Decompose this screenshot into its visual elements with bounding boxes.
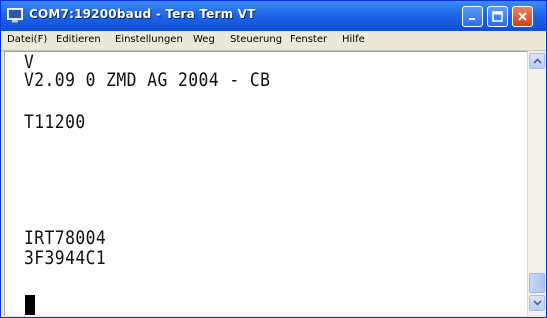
scroll-down-button[interactable] <box>529 295 545 311</box>
chevron-up-icon <box>532 58 542 64</box>
menu-fenster[interactable]: Fenster <box>290 34 327 45</box>
scroll-up-button[interactable] <box>529 53 545 69</box>
terminal-screen[interactable]: V V2.09 0 ZMD AG 2004 - CB T11200 IRT780… <box>4 51 527 316</box>
terminal-line: 3F3944C1 <box>24 247 107 269</box>
vertical-scrollbar[interactable] <box>527 51 546 315</box>
tera-term-window: COM7:19200baud - Tera Term VT Datei(F) E… <box>0 0 547 318</box>
minimize-icon <box>469 18 475 20</box>
maximize-button[interactable] <box>487 6 508 27</box>
close-icon <box>518 12 527 21</box>
menu-editieren[interactable]: Editieren <box>56 34 101 45</box>
terminal-line: IRT78004 <box>24 227 107 249</box>
text-cursor <box>25 295 35 315</box>
scrollbar-thumb[interactable] <box>529 273 545 293</box>
chevron-down-icon <box>532 300 542 306</box>
terminal-line: T11200 <box>24 111 86 133</box>
terminal-line: V2.09 0 ZMD AG 2004 - CB <box>24 69 271 91</box>
minimize-button[interactable] <box>462 6 483 27</box>
menu-steuerung[interactable]: Steuerung <box>230 34 282 45</box>
title-bar[interactable]: COM7:19200baud - Tera Term VT <box>1 1 546 31</box>
menu-hilfe[interactable]: Hilfe <box>342 34 365 45</box>
maximize-icon <box>492 11 503 22</box>
tera-term-app-icon[interactable] <box>7 8 23 23</box>
menu-weg[interactable]: Weg <box>193 34 215 45</box>
menu-einstellungen[interactable]: Einstellungen <box>115 34 183 45</box>
window-title: COM7:19200baud - Tera Term VT <box>29 7 256 21</box>
menu-datei[interactable]: Datei(F) <box>7 34 47 45</box>
close-button[interactable] <box>512 6 533 27</box>
menu-bar: Datei(F) Editieren Einstellungen Weg Ste… <box>1 31 546 51</box>
